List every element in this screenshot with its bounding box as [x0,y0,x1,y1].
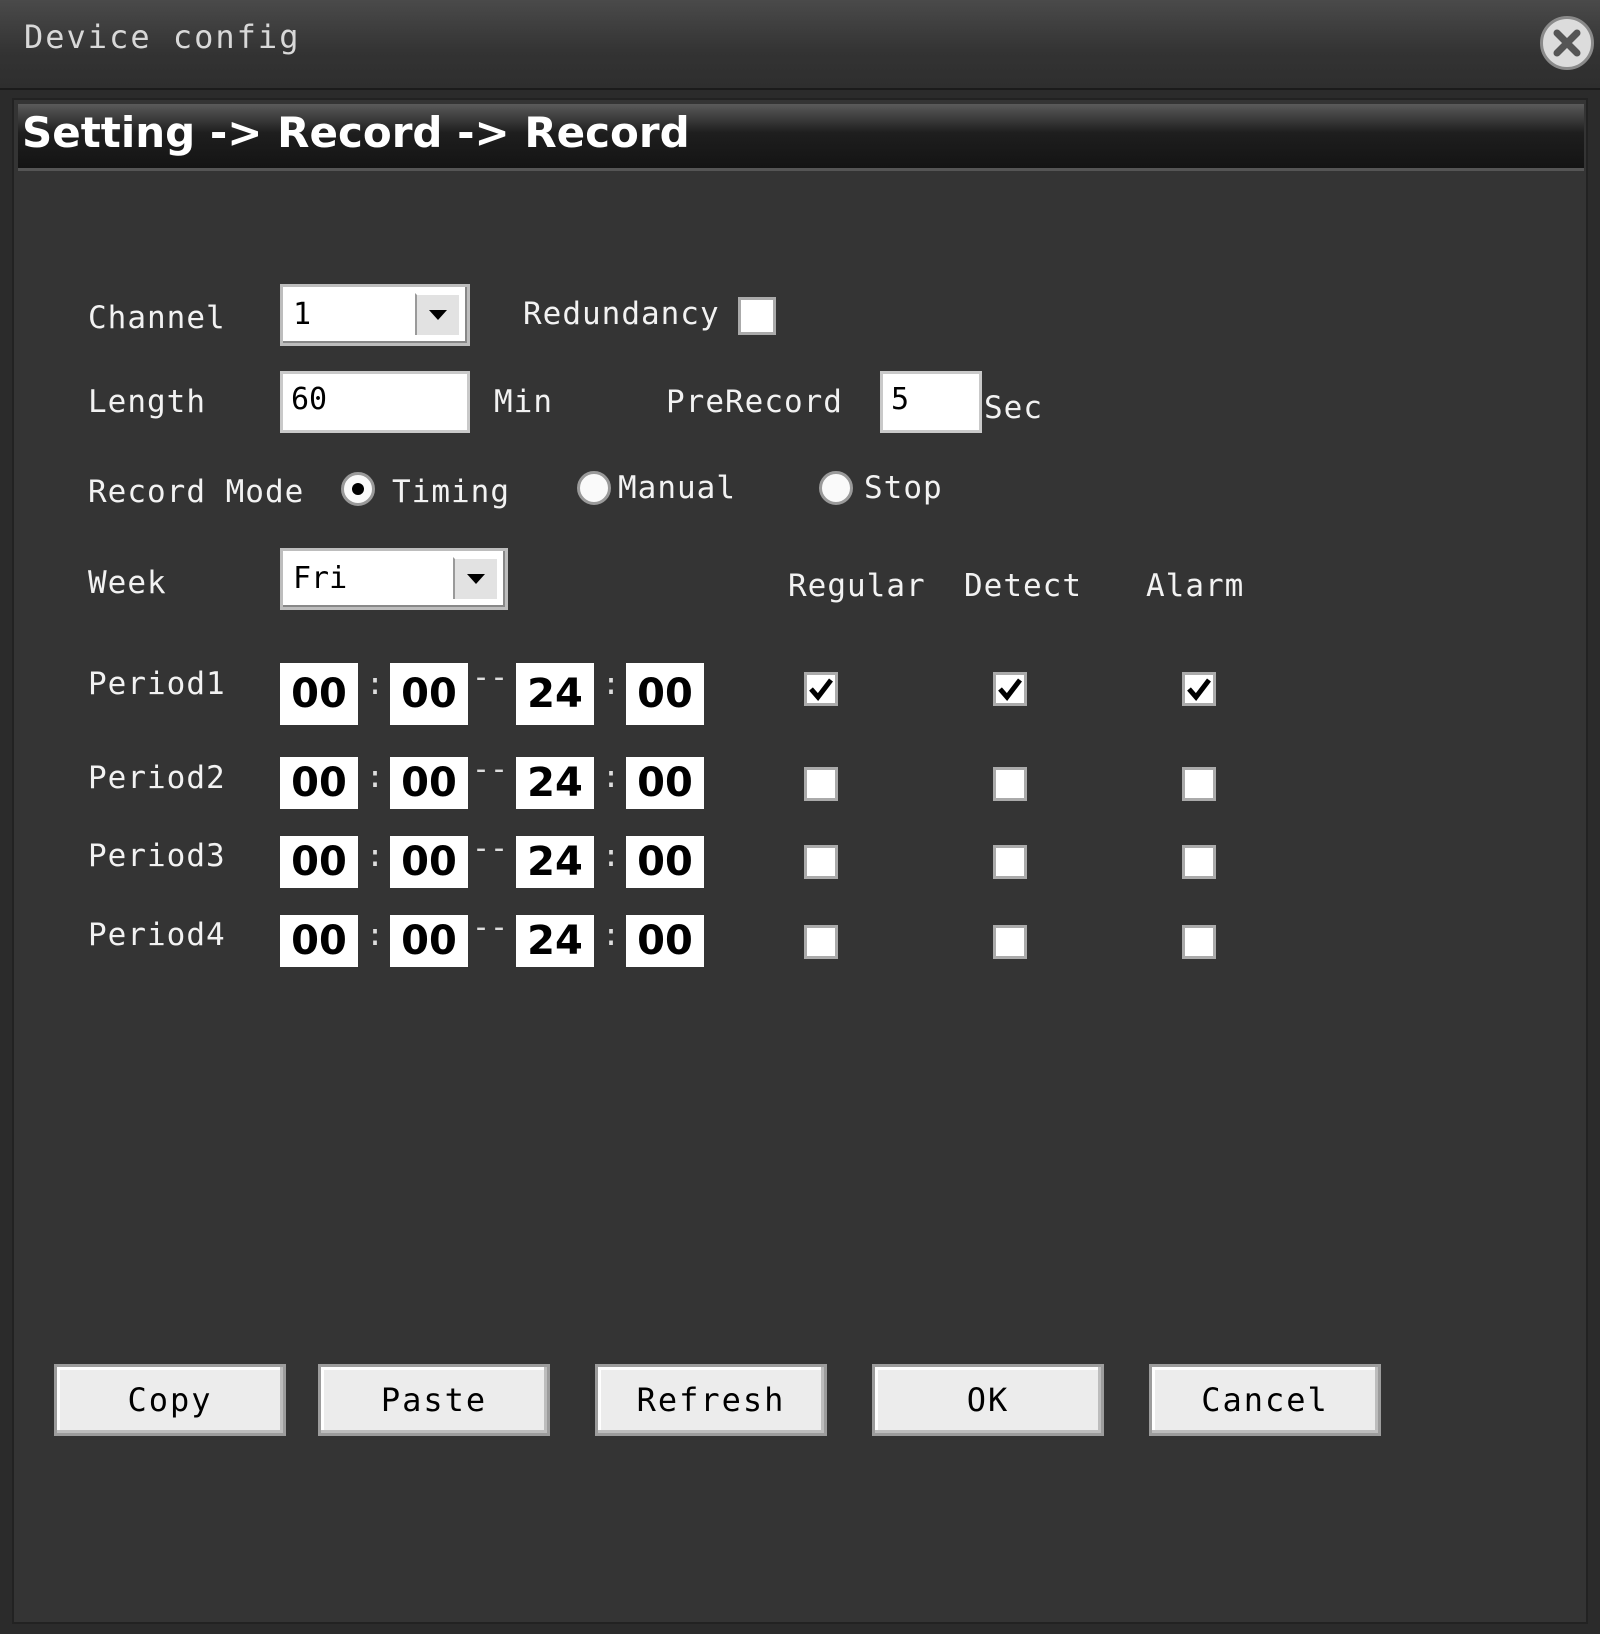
checkmark-icon [809,678,833,701]
period-end-hour[interactable]: 24 [516,757,594,809]
radio-stop-label: Stop [864,470,943,506]
time-colon: : [366,667,385,702]
column-header-alarm: Alarm [1146,568,1245,604]
week-select[interactable]: Fri [280,548,508,610]
period-start-minute[interactable]: 00 [390,836,468,888]
radio-stop[interactable] [819,471,853,505]
time-dash: -- [472,660,509,695]
checkmark-icon [998,678,1022,701]
prerecord-input[interactable]: 5 [880,371,982,433]
period-end-minute[interactable]: 00 [626,663,704,725]
close-icon [1553,29,1581,57]
period-start-minute[interactable]: 00 [390,757,468,809]
ok-button[interactable]: OK [872,1364,1104,1436]
time-dash: -- [472,831,509,866]
period-start-hour[interactable]: 00 [280,836,358,888]
length-unit: Min [494,384,553,420]
period4-regular-checkbox[interactable] [804,925,838,959]
period-end-minute[interactable]: 00 [626,836,704,888]
breadcrumb: Setting -> Record -> Record [22,108,690,157]
copy-button[interactable]: Copy [54,1364,286,1436]
week-value: Fri [293,561,348,596]
time-colon: : [602,667,621,702]
prerecord-unit: Sec [984,390,1043,426]
close-button[interactable] [1540,16,1594,70]
window-title: Device config [24,18,301,56]
period1-detect-checkbox[interactable] [993,672,1027,706]
period2-regular-checkbox[interactable] [804,767,838,801]
radio-timing[interactable] [341,472,375,506]
period1-regular-checkbox[interactable] [804,672,838,706]
refresh-button[interactable]: Refresh [595,1364,827,1436]
period-start-hour[interactable]: 00 [280,663,358,725]
period-end-minute[interactable]: 00 [626,757,704,809]
time-dash: -- [472,910,509,945]
period-start-hour[interactable]: 00 [280,757,358,809]
chevron-down-icon [415,293,459,335]
period1-alarm-checkbox[interactable] [1182,672,1216,706]
period2-detect-checkbox[interactable] [993,767,1027,801]
time-colon: : [602,918,621,953]
time-colon: : [366,839,385,874]
period-start-minute[interactable]: 00 [390,663,468,725]
period2-alarm-checkbox[interactable] [1182,767,1216,801]
column-header-regular: Regular [788,568,926,604]
period-end-hour[interactable]: 24 [516,836,594,888]
period-start-minute[interactable]: 00 [390,915,468,967]
radio-selected-dot [352,483,364,495]
redundancy-checkbox[interactable] [738,297,776,335]
period3-alarm-checkbox[interactable] [1182,845,1216,879]
radio-manual[interactable] [577,471,611,505]
length-label: Length [88,384,206,420]
period4-alarm-checkbox[interactable] [1182,925,1216,959]
time-colon: : [602,839,621,874]
column-header-detect: Detect [964,568,1082,604]
period3-regular-checkbox[interactable] [804,845,838,879]
paste-button[interactable]: Paste [318,1364,550,1436]
week-label: Week [88,565,167,601]
period-end-hour[interactable]: 24 [516,663,594,725]
channel-value: 1 [293,297,312,332]
time-dash: -- [472,752,509,787]
period-label: Period3 [88,838,226,874]
chevron-down-icon [453,557,497,599]
radio-timing-label: Timing [392,474,510,510]
time-colon: : [366,918,385,953]
channel-select[interactable]: 1 [280,284,470,346]
period-end-hour[interactable]: 24 [516,915,594,967]
period-end-minute[interactable]: 00 [626,915,704,967]
time-colon: : [366,760,385,795]
length-input[interactable]: 60 [280,371,470,433]
period3-detect-checkbox[interactable] [993,845,1027,879]
period4-detect-checkbox[interactable] [993,925,1027,959]
prerecord-label: PreRecord [666,384,843,420]
period-label: Period4 [88,917,226,953]
channel-label: Channel [88,300,226,336]
record-mode-label: Record Mode [88,474,305,510]
cancel-button[interactable]: Cancel [1149,1364,1381,1436]
redundancy-label: Redundancy [523,296,720,332]
period-start-hour[interactable]: 00 [280,915,358,967]
checkmark-icon [1187,678,1211,701]
time-colon: : [602,760,621,795]
period-label: Period2 [88,760,226,796]
period-label: Period1 [88,666,226,702]
radio-manual-label: Manual [618,470,736,506]
